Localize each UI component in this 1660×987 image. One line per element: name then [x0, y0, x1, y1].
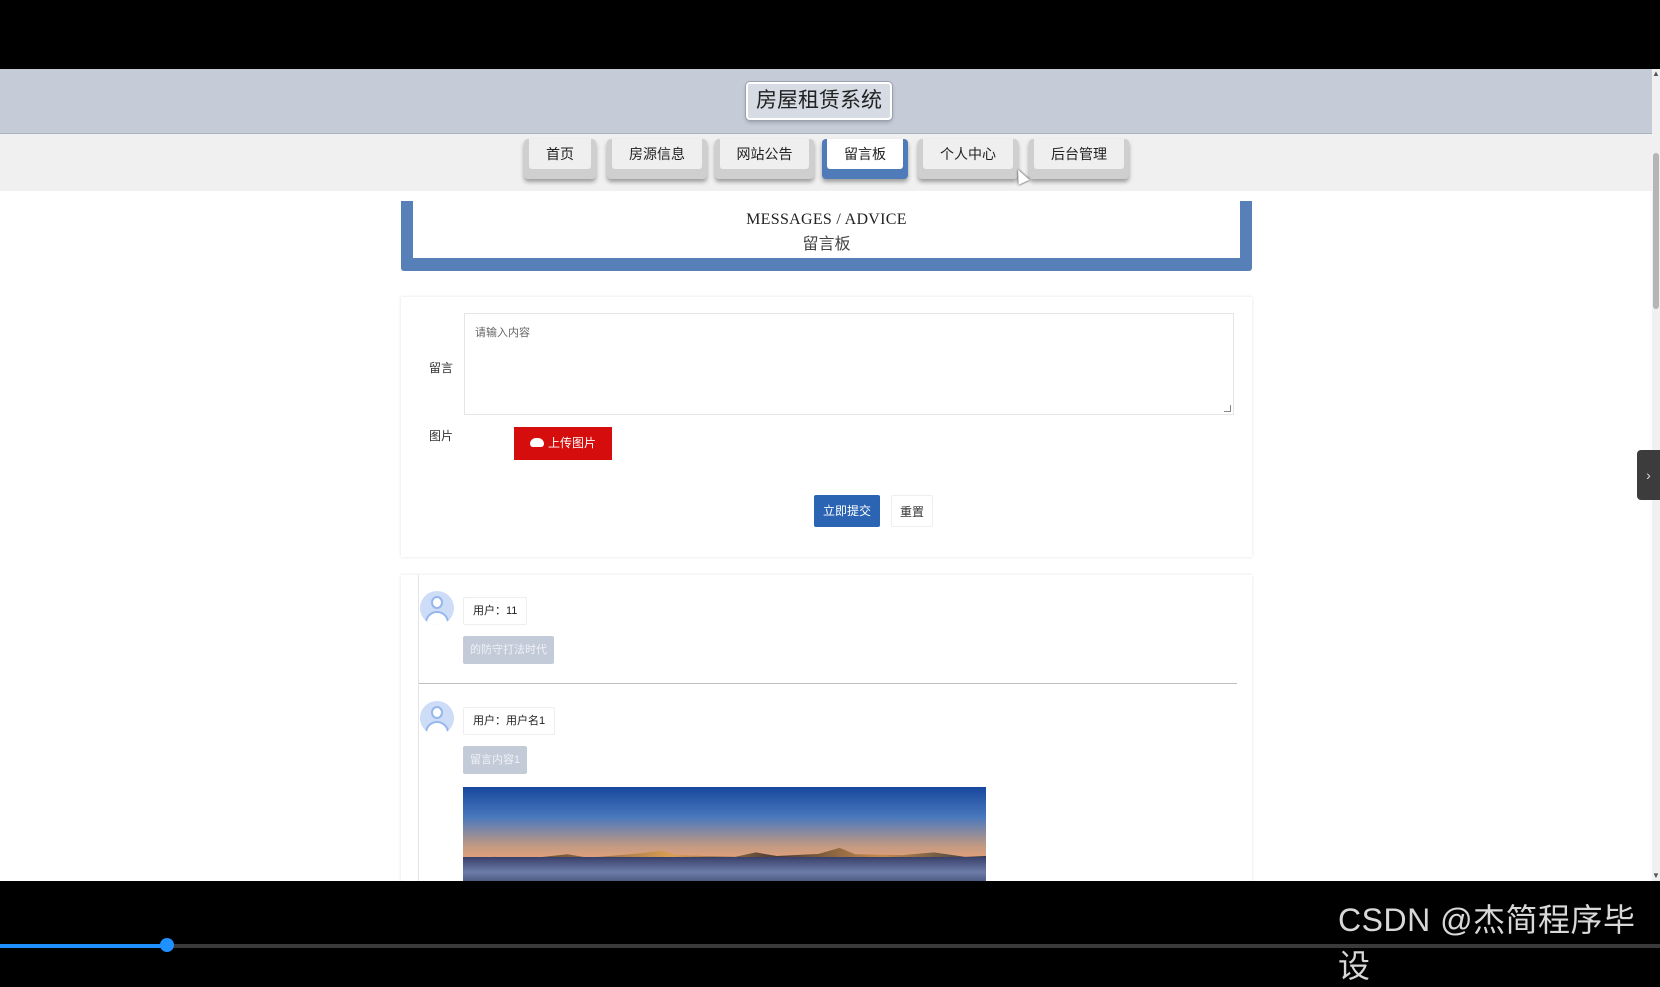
main-nav: 首页 房源信息 网站公告 留言板 个人中心 后台管理 — [0, 134, 1652, 191]
watermark: CSDN @杰简程序毕设 — [1338, 902, 1636, 984]
reset-button[interactable]: 重置 — [891, 495, 933, 527]
section-banner: MESSAGES / ADVICE 留言板 — [401, 201, 1252, 271]
message-placeholder: 请输入内容 — [475, 327, 530, 339]
list-item: 用户：11 的防守打法时代 — [418, 575, 1237, 684]
nav-item-label: 后台管理 — [1034, 139, 1124, 169]
message-input[interactable]: 请输入内容 — [464, 313, 1234, 415]
nav-item-label: 留言板 — [827, 139, 903, 169]
nav-item-label: 个人中心 — [923, 139, 1013, 169]
nav-item-label: 网站公告 — [720, 139, 809, 169]
banner-title-chinese: 留言板 — [802, 236, 851, 253]
message-list: 用户：11 的防守打法时代 用户：用户名1 留言内容1 — [401, 575, 1252, 881]
message-user: 用户：用户名1 — [463, 707, 556, 735]
scrollbar-thumb[interactable] — [1653, 153, 1659, 309]
chevron-right-icon: › — [1646, 467, 1651, 483]
user-avatar-icon — [420, 591, 454, 625]
video-progress-track[interactable] — [0, 944, 1660, 948]
nav-item-label: 首页 — [529, 139, 591, 169]
image-label: 图片 — [429, 429, 454, 443]
scroll-up-icon[interactable]: ▲ — [1652, 69, 1660, 79]
video-progress-bar — [0, 944, 170, 948]
site-header: 房屋租赁系统 — [0, 69, 1652, 134]
resize-grip-icon[interactable] — [1224, 405, 1231, 412]
nav-item-label: 房源信息 — [612, 139, 702, 169]
side-panel-toggle[interactable]: › — [1637, 450, 1660, 500]
nav-item-listings[interactable]: 房源信息 — [607, 139, 707, 179]
message-image — [463, 787, 986, 881]
list-item: 用户：用户名1 留言内容1 — [418, 685, 1237, 881]
user-avatar-icon — [420, 701, 454, 735]
nav-item-announcements[interactable]: 网站公告 — [715, 139, 814, 179]
banner-title-english: MESSAGES / ADVICE — [746, 211, 907, 228]
message-label: 留言 — [429, 361, 454, 375]
message-user: 用户：11 — [463, 597, 528, 625]
scroll-down-icon[interactable]: ▼ — [1652, 871, 1660, 881]
nav-item-admin[interactable]: 后台管理 — [1029, 139, 1129, 179]
submit-button[interactable]: 立即提交 — [814, 495, 880, 527]
browser-viewport: 房屋租赁系统 首页 房源信息 网站公告 留言板 个人中心 后台管理 MESSAG… — [0, 69, 1652, 881]
site-title: 房屋租赁系统 — [746, 82, 892, 120]
upload-image-button[interactable]: 上传图片 — [514, 427, 612, 460]
nav-item-home[interactable]: 首页 — [524, 139, 596, 179]
nav-item-profile[interactable]: 个人中心 — [918, 139, 1018, 179]
message-content: 留言内容1 — [463, 746, 528, 774]
message-content: 的防守打法时代 — [463, 636, 554, 664]
message-form: 留言 请输入内容 图片 上传图片 立即提交 重置 — [401, 297, 1252, 557]
cloud-upload-icon — [529, 438, 544, 448]
upload-button-label: 上传图片 — [547, 436, 596, 450]
nav-item-message-board[interactable]: 留言板 — [822, 139, 908, 179]
